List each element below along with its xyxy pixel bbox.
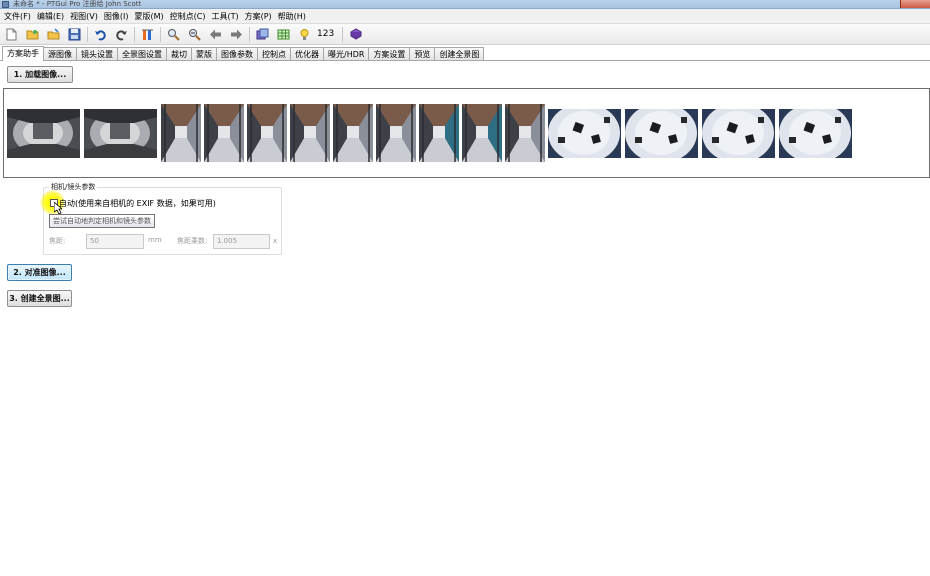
- focal-multiplier-unit: x: [273, 237, 278, 245]
- tab-preview[interactable]: 预览: [409, 47, 436, 61]
- image-thumbnail[interactable]: [290, 104, 330, 162]
- numbering-icon[interactable]: 123: [317, 29, 334, 39]
- focal-multiplier-field[interactable]: 1.005: [213, 234, 270, 249]
- mouse-pointer-icon: [54, 202, 62, 214]
- tab-optimizer[interactable]: 优化器: [290, 47, 324, 61]
- image-thumbnail[interactable]: [419, 104, 459, 162]
- zoom-out-icon[interactable]: [186, 26, 203, 43]
- toolbar-separator: [134, 26, 135, 42]
- menubar: 文件(F) 编辑(E) 视图(V) 图像(I) 蒙版(M) 控制点(C) 工具(…: [0, 9, 930, 24]
- auto-exif-label: 自动(使用来自相机的 EXIF 数据，如果可用): [59, 199, 216, 208]
- toolbar-separator: [160, 26, 161, 42]
- image-thumbnail[interactable]: [161, 104, 201, 162]
- zoom-in-icon[interactable]: [165, 26, 182, 43]
- image-thumbnail[interactable]: [376, 104, 416, 162]
- focal-length-unit: mm: [148, 236, 162, 244]
- tab-lens-settings[interactable]: 镜头设置: [76, 47, 118, 61]
- image-thumbnail[interactable]: [505, 104, 545, 162]
- new-file-icon[interactable]: [3, 26, 20, 43]
- batch-icon[interactable]: [254, 26, 271, 43]
- app-icon: [2, 0, 9, 8]
- load-images-button[interactable]: 1. 加载图像...: [7, 66, 73, 83]
- tab-exposure-hdr[interactable]: 曝光/HDR: [323, 47, 370, 61]
- menu-mask[interactable]: 蒙版(M): [133, 11, 168, 22]
- menu-edit[interactable]: 编辑(E): [36, 11, 69, 22]
- image-thumbnail[interactable]: [7, 109, 80, 158]
- toolbar-separator: [249, 26, 250, 42]
- tab-strip: 方案助手 源图像 镜头设置 全景图设置 裁切 蒙版 图像参数 控制点 优化器 曝…: [2, 46, 485, 61]
- tab-create-panorama[interactable]: 创建全景图: [434, 47, 485, 61]
- tab-control-points[interactable]: 控制点: [257, 47, 291, 61]
- image-thumbnail[interactable]: [779, 109, 852, 158]
- image-thumbnail[interactable]: [548, 109, 621, 158]
- window-title: 未命名 * - PTGui Pro 注册给 John Scott: [13, 0, 142, 8]
- open-recent-icon[interactable]: [45, 26, 62, 43]
- forward-arrow-icon[interactable]: [228, 26, 245, 43]
- image-thumbnail[interactable]: [247, 104, 287, 162]
- menu-control-points[interactable]: 控制点(C): [169, 11, 211, 22]
- menu-file[interactable]: 文件(F): [3, 11, 36, 22]
- focal-multiplier-label: 焦距乘数:: [177, 237, 208, 245]
- open-folder-icon[interactable]: [24, 26, 41, 43]
- image-thumbnail[interactable]: [462, 104, 502, 162]
- image-thumbnail[interactable]: [702, 109, 775, 158]
- image-thumbnail[interactable]: [84, 109, 157, 158]
- tab-underline: [0, 60, 930, 61]
- help-book-icon[interactable]: [347, 26, 364, 43]
- tab-project-settings[interactable]: 方案设置: [368, 47, 411, 61]
- create-panorama-button[interactable]: 3. 创建全景图...: [7, 290, 72, 307]
- table-icon[interactable]: [275, 26, 292, 43]
- save-icon[interactable]: [66, 26, 83, 43]
- image-thumbnail[interactable]: [625, 109, 698, 158]
- tab-crop[interactable]: 裁切: [166, 47, 192, 61]
- lightbulb-icon[interactable]: [296, 26, 313, 43]
- menu-image[interactable]: 图像(I): [103, 11, 134, 22]
- toolbar-separator: [342, 26, 344, 42]
- focal-length-label: 焦距:: [49, 237, 66, 245]
- redo-icon[interactable]: [113, 26, 130, 43]
- tab-project-assistant[interactable]: 方案助手: [2, 46, 44, 61]
- menu-project[interactable]: 方案(P): [244, 11, 277, 22]
- menu-help[interactable]: 帮助(H): [277, 11, 311, 22]
- focal-length-field[interactable]: 50: [86, 234, 144, 249]
- image-thumbnail[interactable]: [333, 104, 373, 162]
- tab-panorama-settings[interactable]: 全景图设置: [117, 47, 167, 61]
- auto-exif-tooltip: 尝试自动地判定相机和镜头参数: [49, 214, 155, 228]
- undo-icon[interactable]: [92, 26, 109, 43]
- image-thumbnail-strip[interactable]: [3, 88, 930, 178]
- tab-image-parameters[interactable]: 图像参数: [216, 47, 258, 61]
- toolbar: 123: [0, 24, 930, 45]
- window-titlebar: 未命名 * - PTGui Pro 注册给 John Scott: [0, 0, 930, 9]
- back-arrow-icon[interactable]: [207, 26, 224, 43]
- image-thumbnail[interactable]: [204, 104, 244, 162]
- menu-view[interactable]: 视图(V): [69, 11, 103, 22]
- tab-mask[interactable]: 蒙版: [191, 47, 217, 61]
- panorama-editor-icon[interactable]: [139, 26, 156, 43]
- toolbar-separator: [87, 26, 88, 42]
- menu-tools[interactable]: 工具(T): [210, 11, 243, 22]
- tab-source-images[interactable]: 源图像: [43, 47, 77, 61]
- align-images-button[interactable]: 2. 对准图像...: [7, 264, 72, 281]
- window-close-button[interactable]: [900, 0, 930, 8]
